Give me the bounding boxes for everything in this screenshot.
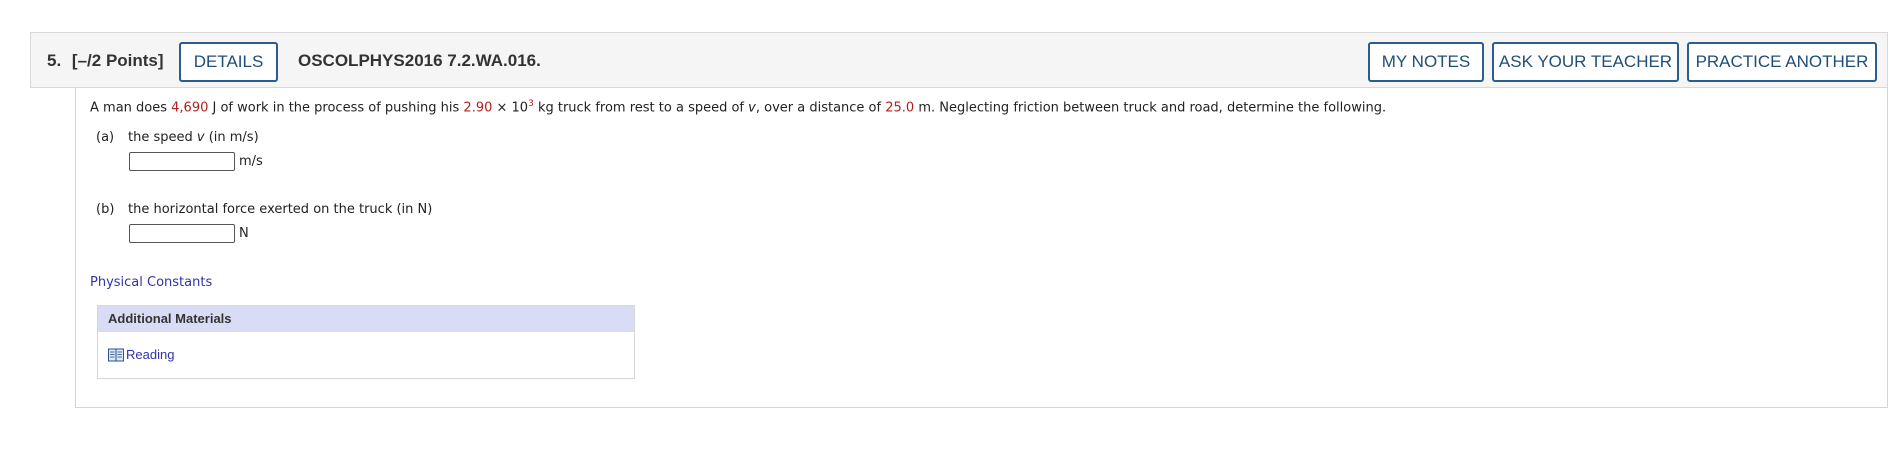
reading-link[interactable]: Reading [126,347,174,362]
problem-text-segment: A man does [90,100,172,116]
part-b-prompt: (b) the horizontal force exerted on the t… [96,202,432,217]
question-number: 5. [47,51,62,70]
part-a-answer-input[interactable] [129,152,235,171]
problem-text-segment: m. Neglecting friction between truck and… [914,100,1387,116]
part-a-unit: m/s [239,154,263,169]
assignment-code: OSCOLPHYS2016 7.2.WA.016. [298,51,541,70]
part-a-answer: m/s [129,152,263,171]
part-b-unit: N [239,226,249,241]
additional-materials-panel: Additional Materials Reading [97,305,635,379]
details-button[interactable]: DETAILS [179,42,278,82]
question-header: 5. [–/2 Points] DETAILS OSCOLPHYS2016 7.… [30,32,1888,88]
work-value: 4,690 [171,100,209,116]
practice-another-button[interactable]: PRACTICE ANOTHER [1687,42,1877,82]
question-body: A man does 4,690 J of work in the proces… [75,88,1888,408]
part-a-text: (in m/s) [204,130,259,145]
speed-symbol: v [748,100,756,116]
part-b-label: (b) [96,202,115,217]
book-icon [108,348,124,362]
additional-materials-heading: Additional Materials [98,306,634,332]
part-b-text: the horizontal force exerted on the truc… [128,202,433,217]
part-a-label: (a) [96,130,115,145]
part-a-text: the speed [128,130,197,145]
problem-statement: A man does 4,690 J of work in the proces… [90,99,1386,115]
part-a-prompt: (a) the speed v (in m/s) [96,130,259,145]
problem-text-segment: × 10 [492,100,529,116]
question-points: [–/2 Points] [71,51,164,70]
problem-text-segment: J of work in the process of pushing his [208,100,464,116]
ask-your-teacher-button[interactable]: ASK YOUR TEACHER [1492,42,1679,82]
question-number-label: 5. [–/2 Points] [47,51,164,71]
my-notes-button[interactable]: MY NOTES [1368,42,1484,82]
distance-value: 25.0 [885,100,915,116]
physical-constants-link[interactable]: Physical Constants [90,275,212,290]
reading-item[interactable]: Reading [108,346,174,362]
mass-value: 2.90 [463,100,493,116]
part-b-answer: N [129,224,249,243]
problem-text-segment: , over a distance of [755,100,886,116]
part-b-answer-input[interactable] [129,224,235,243]
part-a-symbol: v [196,130,205,145]
problem-text-segment: kg truck from rest to a speed of [533,100,749,116]
